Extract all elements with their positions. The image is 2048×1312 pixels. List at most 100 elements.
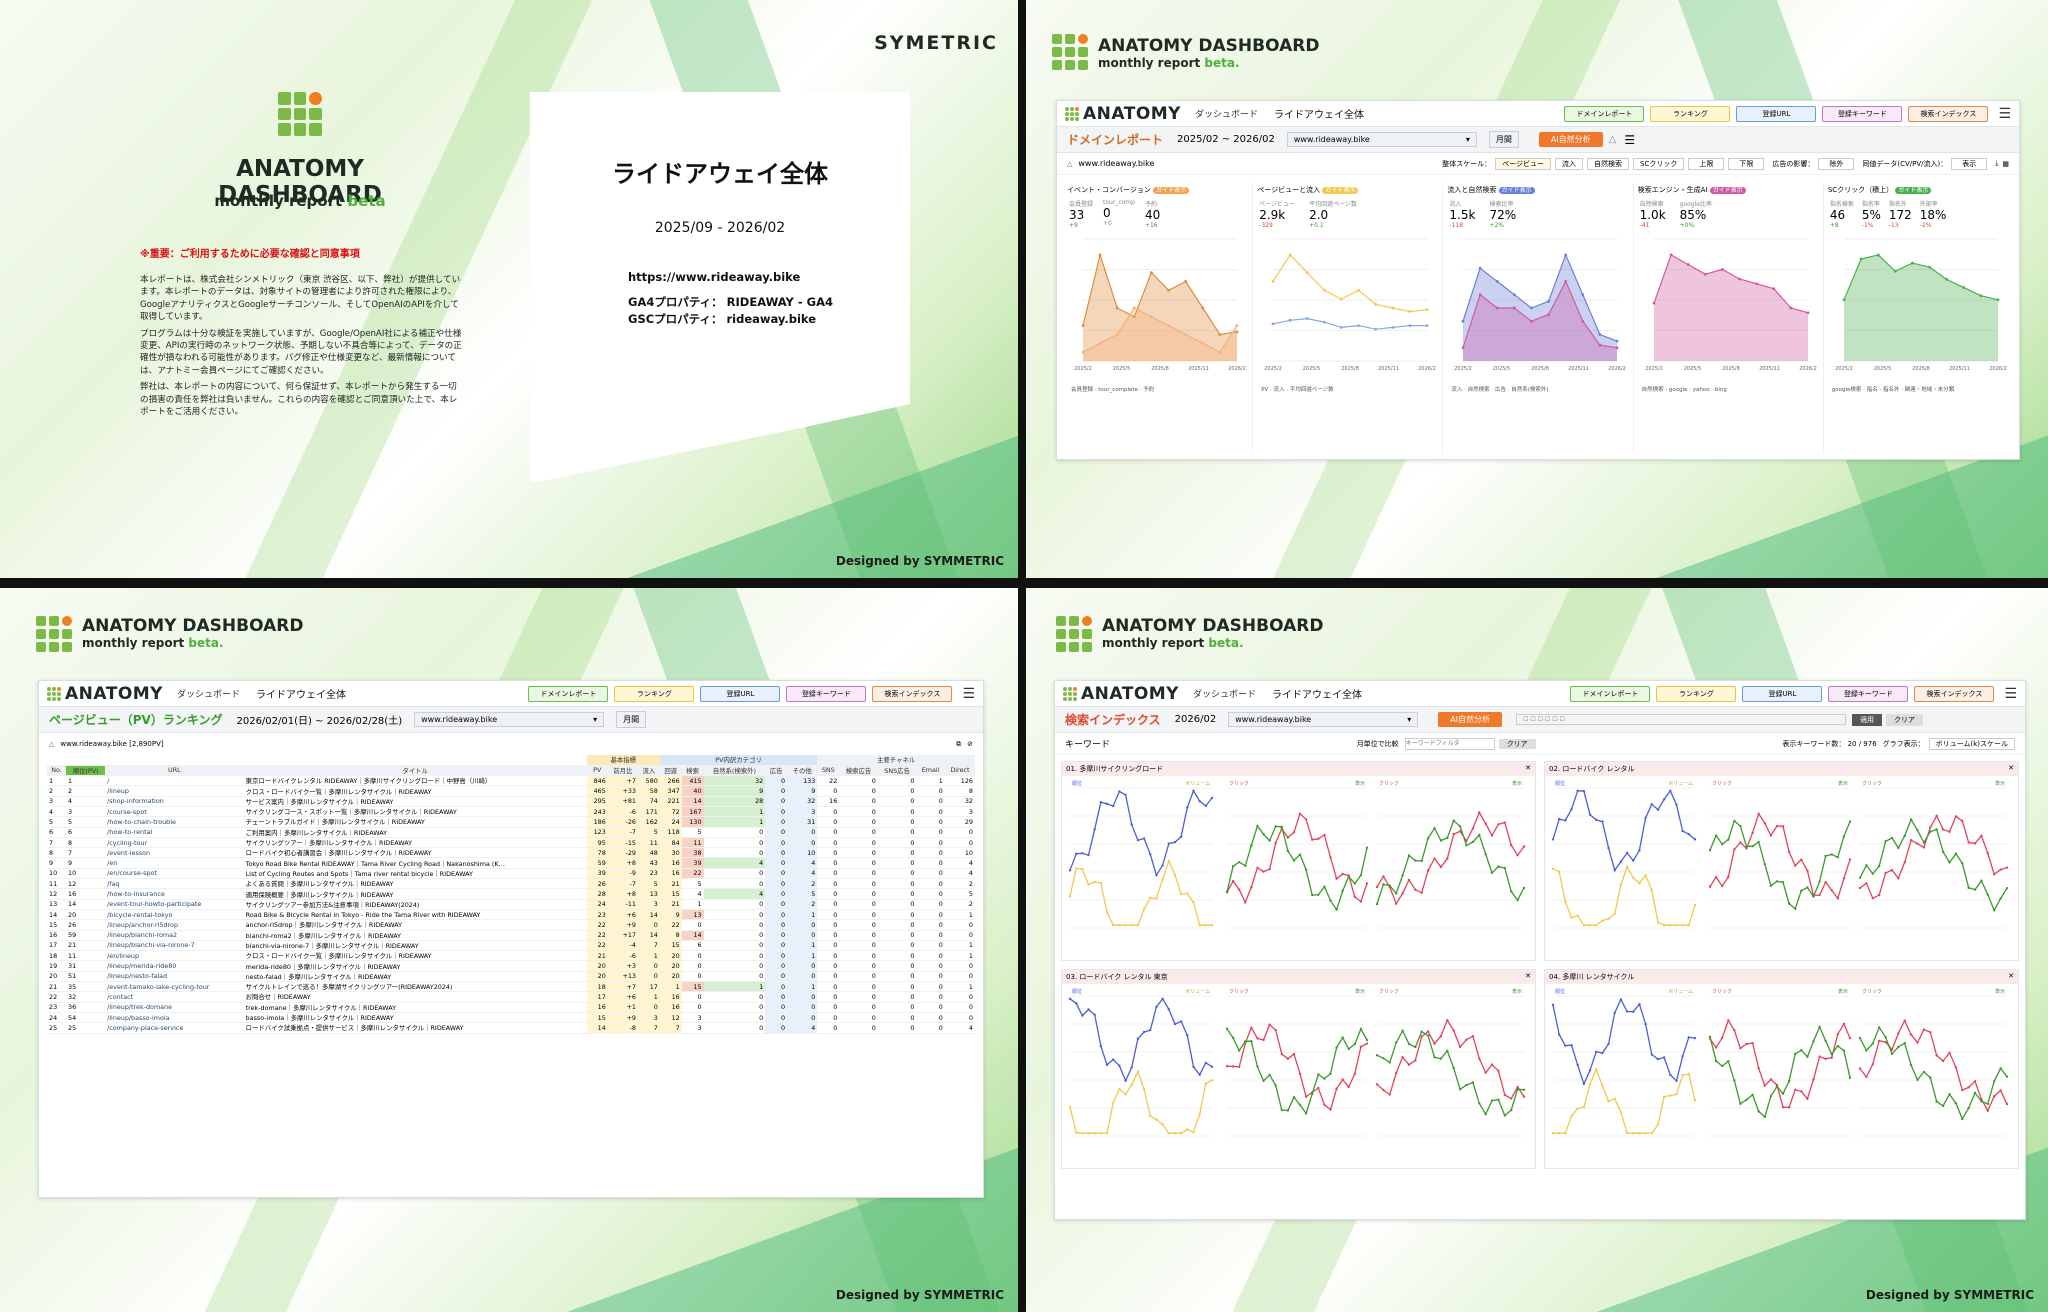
guide-badge[interactable]: ガイド表示 — [1709, 187, 1746, 194]
nav-ranking[interactable]: ランキング — [1650, 105, 1731, 122]
table-cell[interactable]: /shop-information — [105, 796, 244, 807]
table-cell[interactable]: /how-to-chain-trouble — [105, 816, 244, 828]
download-icon[interactable]: ⤓ — [1995, 159, 1998, 168]
table-cell[interactable]: / — [105, 775, 244, 787]
breadcrumb-dashboard[interactable]: ダッシュボード — [1193, 687, 1256, 700]
column-header[interactable]: URL — [105, 765, 244, 777]
table-cell[interactable]: /company-place-service — [105, 1022, 244, 1034]
close-icon[interactable]: ✕ — [2008, 764, 2014, 774]
table-cell[interactable]: /event-tour-howto-participate — [105, 899, 244, 910]
table-row[interactable]: 2 2/lineup クロス・ロードバイク一覧｜多摩川レンタサイクル｜RIDEAWA… — [47, 785, 975, 797]
apply-button[interactable]: 適用 — [1852, 713, 1883, 726]
table-row[interactable]: 5 5/how-to-chain-trouble チェーントラブルガイド｜多摩川レン… — [47, 816, 975, 828]
lower-input[interactable]: 下限 — [1728, 157, 1765, 170]
guide-badge[interactable]: ガイド表示 — [1895, 187, 1932, 194]
cv-select[interactable]: 表示 — [1951, 157, 1988, 170]
table-row[interactable]: 7 8/cycling-tour サイクリングツアー｜多摩川レンタサイクル｜RIDE… — [47, 837, 975, 849]
column-header[interactable]: SNS広告 — [877, 765, 917, 777]
table-row[interactable]: 6 6/how-to-rental ご利用案内｜多摩川レンタサイクル｜RIDEAWA… — [47, 827, 975, 838]
table-row[interactable]: 18 11/en/lineup クロス・ロードバイク一覧｜多摩川レンタサイクル｜RI… — [47, 950, 975, 962]
table-row[interactable]: 19 31/lineup/merida-ride80 merida-ride80｜多… — [47, 960, 975, 972]
table-row[interactable]: 12 16/how-to-insurance 適用保険概要｜多摩川レンタサイクル｜R… — [47, 888, 975, 900]
table-cell[interactable]: /en — [105, 857, 244, 869]
keyword-input[interactable] — [1404, 737, 1495, 750]
filter-checkbox[interactable]: 流入 — [1555, 157, 1584, 170]
column-header[interactable]: 前月比 — [607, 765, 638, 777]
nav-registered-keyword[interactable]: 登録キーワード — [786, 685, 867, 702]
column-header[interactable]: Direct — [944, 765, 975, 777]
calendar-icon[interactable]: ▦ — [2002, 160, 2009, 168]
table-row[interactable]: 25 25/company-place-service ロードバイク試乗拠点・提供サ… — [47, 1022, 975, 1034]
guide-badge[interactable]: ガイド表示 — [1153, 187, 1190, 194]
close-icon[interactable]: ✕ — [1525, 764, 1531, 774]
table-row[interactable]: 17 21/lineup/bianchi-via-nirone-7 bianchi-… — [47, 940, 975, 952]
table-cell[interactable]: /lineup/nesto-falad — [105, 971, 244, 983]
table-cell[interactable]: /en/lineup — [105, 950, 244, 962]
nav-registered-url[interactable]: 登録URL — [1742, 685, 1823, 702]
nav-search-index[interactable]: 検索インデックス — [872, 685, 953, 702]
table-row[interactable]: 15 26/lineup/anchor-rl5drop anchor-rl5drop… — [47, 919, 975, 931]
filter-checkbox[interactable]: 自然検索 — [1587, 157, 1630, 170]
table-cell[interactable]: /lineup/trek-domane — [105, 1002, 244, 1013]
period-select[interactable]: 月間 — [1488, 131, 1519, 148]
table-cell[interactable]: /cycling-tour — [105, 837, 244, 849]
table-cell[interactable]: /event-tamako-lake-cycling-tour — [105, 981, 244, 993]
nav-registered-url[interactable]: 登録URL — [1736, 105, 1817, 122]
column-header[interactable]: 広告 — [765, 765, 788, 777]
menu-icon[interactable]: ☰ — [962, 686, 975, 702]
table-cell[interactable]: /faq — [105, 878, 244, 890]
table-cell[interactable]: /bicycle-rental-tokyo — [105, 909, 244, 921]
table-row[interactable]: 20 51/lineup/nesto-falad nesto-falad｜多摩川レン… — [47, 971, 975, 983]
nav-registered-keyword[interactable]: 登録キーワード — [1828, 685, 1909, 702]
table-row[interactable]: 24 54/lineup/basso-imola basso-imola｜多摩川レン… — [47, 1012, 975, 1024]
site-select[interactable]: www.rideaway.bike ▾ — [1286, 132, 1477, 147]
menu-icon[interactable]: ☰ — [1998, 106, 2011, 122]
table-row[interactable]: 8 7/event-lesson ロードバイク初心者講習会｜多摩川レンタサイクル｜R… — [47, 847, 975, 859]
column-header[interactable]: 検索広告 — [839, 765, 878, 777]
table-cell[interactable]: /lineup/bianchi-via-nirone-7 — [105, 940, 244, 952]
period-select[interactable]: 月間 — [616, 711, 647, 728]
site-select[interactable]: www.rideaway.bike ▾ — [1228, 712, 1419, 727]
table-cell[interactable]: /lineup/basso-imola — [105, 1012, 244, 1024]
column-header[interactable]: 自然系(検索外) — [703, 765, 766, 777]
column-header[interactable]: その他 — [787, 765, 818, 777]
table-row[interactable]: 22 32/contact お問合せ｜RIDEAWAY 17 +6 1 16 0 0 0 0 0 0 0 0… — [47, 991, 975, 1003]
table-cell[interactable]: /lineup/anchor-rl5drop — [105, 919, 244, 931]
close-icon[interactable]: ✕ — [1525, 972, 1531, 982]
table-row[interactable]: 4 3/course-spot サイクリングコース・スポット一覧｜多摩川レンタサイク… — [47, 806, 975, 818]
table-cell[interactable]: /how-to-rental — [105, 827, 244, 838]
menu-icon[interactable]: ☰ — [2004, 686, 2017, 702]
nav-registered-keyword[interactable]: 登録キーワード — [1822, 105, 1903, 122]
table-row[interactable]: 11 12/faq よくある質問｜多摩川レンタサイクル｜RIDEAWAY 26 -7 5 2… — [47, 878, 975, 890]
table-row[interactable]: 9 9/en Tokyo Road Bike Rental RIDEAWAY｜Tam… — [47, 857, 975, 869]
table-row[interactable]: 21 35/event-tamako-lake-cycling-tour サイクルト… — [47, 981, 975, 993]
hide-icon[interactable]: ⊘ — [967, 740, 973, 748]
filter-checkbox[interactable]: ページビュー — [1495, 157, 1552, 170]
column-header[interactable]: 順位(PV) — [66, 765, 106, 777]
table-cell[interactable]: /lineup/bianchi-roma2 — [105, 930, 244, 941]
table-row[interactable]: 3 4/shop-information サービス案内｜多摩川レンタサイクル｜RID… — [47, 796, 975, 807]
list-icon[interactable]: ☰ — [1624, 133, 1635, 147]
table-cell[interactable]: /course-spot — [105, 806, 244, 818]
table-row[interactable]: 16 59/lineup/bianchi-roma2 bianchi-roma2｜多… — [47, 930, 975, 941]
ai-analysis-button[interactable]: AI自然分析 — [1438, 712, 1503, 727]
nav-domain-report[interactable]: ドメインレポート — [528, 685, 609, 702]
table-cell[interactable]: /contact — [105, 991, 244, 1003]
table-row[interactable]: 10 10/en/course-spot List of Cycling Route… — [47, 868, 975, 880]
nav-registered-url[interactable]: 登録URL — [700, 685, 781, 702]
filter-checkbox[interactable]: SCクリック — [1633, 157, 1685, 170]
column-header[interactable]: SNS — [817, 765, 840, 777]
guide-badge[interactable]: ガイド表示 — [1498, 187, 1535, 194]
nav-search-index[interactable]: 検索インデックス — [1908, 105, 1989, 122]
table-cell[interactable]: /how-to-insurance — [105, 888, 244, 900]
nav-domain-report[interactable]: ドメインレポート — [1564, 105, 1645, 122]
table-row[interactable]: 14 20/bicycle-rental-tokyo Road Bike & Bic… — [47, 909, 975, 921]
breadcrumb-dashboard[interactable]: ダッシュボード — [1195, 107, 1258, 120]
ads-select[interactable]: 除外 — [1818, 157, 1855, 170]
graph-select[interactable]: ボリューム(k)スケール — [1928, 737, 2015, 750]
column-header[interactable]: タイトル — [243, 765, 587, 777]
upper-input[interactable]: 上限 — [1688, 157, 1725, 170]
nav-ranking[interactable]: ランキング — [1656, 685, 1737, 702]
table-row[interactable]: 13 14/event-tour-howto-participate サイクリングツ… — [47, 899, 975, 910]
column-header[interactable]: 流入 — [637, 765, 660, 777]
